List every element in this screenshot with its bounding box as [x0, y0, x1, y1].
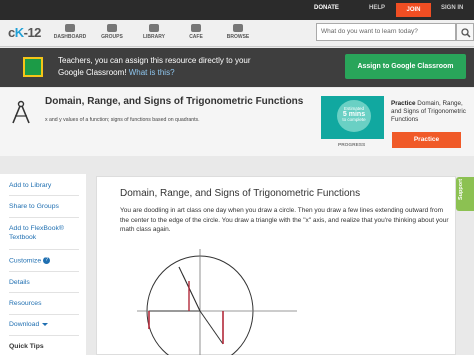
classroom-message: Teachers, you can assign this resource d… [58, 55, 268, 78]
circle-triangle-figure [137, 249, 297, 355]
practice-prefix: Practice [391, 100, 416, 107]
assign-google-classroom-button[interactable]: Assign to Google Classroom [345, 54, 466, 79]
cafe-icon [191, 24, 201, 32]
google-classroom-banner: Teachers, you can assign this resource d… [0, 48, 474, 87]
support-tab[interactable]: Support [456, 177, 474, 211]
compass-icon [8, 99, 34, 125]
divider [9, 335, 79, 336]
nav-label: LIBRARY [142, 34, 166, 40]
nav-label: GROUPS [101, 34, 123, 40]
sign-in-link[interactable]: SIGN IN [441, 5, 463, 11]
nav-browse[interactable]: BROWSE [214, 24, 262, 40]
help-icon[interactable]: ? [43, 257, 51, 264]
divider [9, 292, 79, 293]
ck12-logo[interactable]: cK-12 [8, 25, 41, 40]
add-to-flexbook-link[interactable]: Add to FlexBook® Textbook [9, 224, 83, 242]
nav-label: CAFE [189, 34, 203, 40]
details-link[interactable]: Details [9, 279, 30, 286]
nav-dashboard[interactable]: DASHBOARD [46, 24, 94, 40]
concept-header: Domain, Range, and Signs of Trigonometri… [0, 88, 474, 156]
resources-link[interactable]: Resources [9, 300, 42, 307]
help-link[interactable]: HELP [369, 5, 385, 11]
practice-thumbnail[interactable]: Estimated 5 mins to complete [321, 96, 384, 139]
browse-icon [233, 24, 243, 32]
add-to-library-link[interactable]: Add to Library [9, 182, 51, 189]
practice-title: Practice Domain, Range, and Signs of Tri… [391, 100, 466, 124]
support-label: Support [458, 178, 464, 200]
download-link[interactable]: Download [9, 321, 49, 328]
badge-line-3: to complete [342, 117, 366, 122]
divider [9, 217, 79, 218]
time-estimate-badge: Estimated 5 mins to complete [337, 100, 371, 132]
download-label: Download [9, 321, 40, 328]
search-button[interactable] [456, 23, 474, 41]
search-icon [461, 28, 471, 38]
quick-tips-heading[interactable]: Quick Tips [9, 343, 44, 350]
nav-label: BROWSE [226, 34, 250, 40]
practice-button[interactable]: Practice [392, 132, 461, 148]
dashboard-icon [65, 24, 75, 32]
logo-prefix: c [8, 25, 15, 40]
what-is-this-link[interactable]: What is this? [129, 68, 175, 77]
library-icon [149, 24, 159, 32]
nav-groups[interactable]: GROUPS [88, 24, 136, 40]
top-bar: DONATE HELP JOIN SIGN IN [0, 0, 474, 20]
customize-label: Customize [9, 257, 42, 265]
customize-link[interactable]: Customize? [9, 257, 51, 265]
lesson-paragraph: You are doodling in art class one day wh… [120, 207, 449, 233]
divider [9, 249, 79, 250]
google-classroom-icon [23, 57, 43, 77]
donate-link[interactable]: DONATE [314, 5, 339, 11]
page-subtitle: x and y values of a function; signs of f… [45, 117, 200, 123]
nav-cafe[interactable]: CAFE [172, 24, 220, 40]
logo-suffix: -12 [23, 25, 42, 40]
lesson-content: Domain, Range, and Signs of Trigonometri… [96, 176, 456, 355]
nav-label: DASHBOARD [53, 34, 87, 40]
progress-label: PROGRESS [338, 143, 366, 148]
divider [9, 195, 79, 196]
groups-icon [107, 24, 117, 32]
search-input[interactable]: What do you want to learn today? [316, 23, 456, 41]
chevron-down-icon [42, 322, 49, 326]
divider [9, 314, 79, 315]
sidebar: Add to Library Share to Groups Add to Fl… [0, 174, 86, 355]
share-to-groups-link[interactable]: Share to Groups [9, 203, 59, 210]
divider [9, 271, 79, 272]
page-title: Domain, Range, and Signs of Trigonometri… [45, 96, 304, 107]
lesson-title: Domain, Range, and Signs of Trigonometri… [120, 188, 361, 199]
join-button[interactable]: JOIN [396, 3, 431, 17]
nav-library[interactable]: LIBRARY [130, 24, 178, 40]
logo-k: K [14, 25, 24, 40]
main-nav: cK-12 DASHBOARD GROUPS LIBRARY CAFE BROW… [0, 20, 474, 47]
